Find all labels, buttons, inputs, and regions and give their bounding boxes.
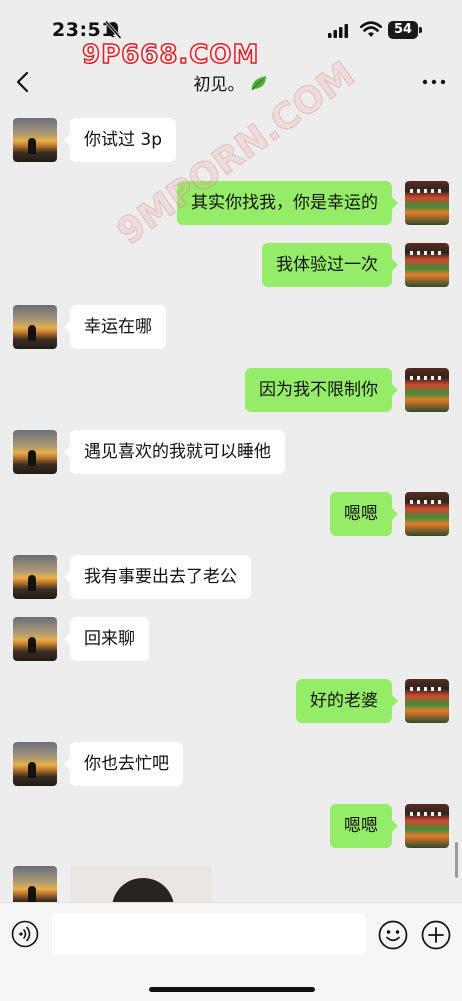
message-bubble[interactable]: 其实你找我，你是幸运的 [177,181,398,225]
scroll-indicator[interactable] [455,842,458,878]
photo-subject [112,878,174,902]
chat-header: 初见。 [0,58,462,106]
battery-icon: 54 [388,21,418,39]
message-row: 你也去忙吧 [0,742,462,788]
self-avatar[interactable] [405,243,449,287]
image-message[interactable] [70,866,212,902]
message-bubble[interactable]: 因为我不限制你 [245,368,398,412]
wifi-icon [360,21,382,37]
message-row: 你试过 3p [0,118,462,164]
message-row: 其实你找我，你是幸运的 [0,181,462,227]
message-list[interactable]: 你试过 3p 其实你找我，你是幸运的 我体验过一次 幸运在哪 因为我不限制你 遇… [0,106,462,902]
message-bubble[interactable]: 嗯嗯 [330,804,398,848]
status-bar: 23:51 9P668.COM 54 [0,0,462,71]
message-bubble[interactable]: 回来聊 [64,617,149,661]
contact-avatar[interactable] [13,430,57,474]
plus-icon[interactable] [421,920,451,950]
leaf-icon [251,75,266,90]
self-avatar[interactable] [405,368,449,412]
self-avatar[interactable] [405,804,449,848]
message-row [0,866,462,902]
message-bubble[interactable]: 你试过 3p [63,118,177,162]
message-row: 回来聊 [0,617,462,663]
contact-avatar[interactable] [13,617,57,661]
signal-icon [328,24,348,38]
message-bubble[interactable]: 嗯嗯 [330,492,398,536]
chat-title-wrap: 初见。 [194,70,269,95]
self-avatar[interactable] [405,679,449,723]
bell-off-icon [104,20,122,39]
message-row: 遇见喜欢的我就可以睡他 [0,430,462,476]
voice-icon[interactable] [11,920,39,948]
self-avatar[interactable] [405,181,449,225]
message-bubble[interactable]: 幸运在哪 [64,305,166,349]
contact-avatar[interactable] [13,118,57,162]
message-bubble[interactable]: 遇见喜欢的我就可以睡他 [64,430,285,474]
battery-tip [419,27,422,33]
self-avatar[interactable] [405,492,449,536]
chat-title-row: 初见。 [0,70,462,95]
chat-title: 初见。 [193,75,245,95]
message-row: 我有事要出去了老公 [0,555,462,601]
more-icon[interactable] [422,78,446,86]
message-row: 我体验过一次 [0,243,462,289]
home-indicator[interactable] [149,987,315,992]
contact-avatar[interactable] [13,305,57,349]
message-row: 嗯嗯 [0,804,462,850]
contact-avatar[interactable] [13,742,57,786]
contact-avatar[interactable] [13,866,57,902]
message-row: 幸运在哪 [0,305,462,351]
message-bubble[interactable]: 我体验过一次 [262,243,398,287]
emoji-icon[interactable] [378,920,408,950]
contact-avatar[interactable] [13,555,57,599]
message-bubble[interactable]: 好的老婆 [296,679,398,723]
message-row: 嗯嗯 [0,492,462,538]
message-bubble[interactable]: 我有事要出去了老公 [64,555,251,599]
message-row: 好的老婆 [0,679,462,725]
message-bubble[interactable]: 你也去忙吧 [64,742,183,786]
message-row: 因为我不限制你 [0,368,462,414]
message-input[interactable] [52,913,366,955]
